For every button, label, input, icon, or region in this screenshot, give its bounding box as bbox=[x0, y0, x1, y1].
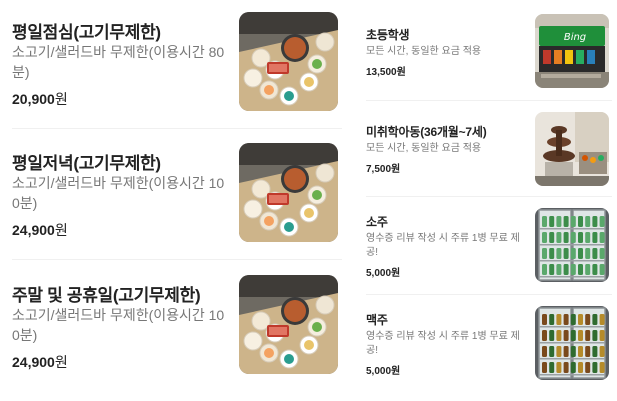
menu-item[interactable]: 평일저녁(고기무제한) 소고기/샐러드바 무제한(이용시간 100분) 24,9… bbox=[12, 131, 342, 261]
menu-item-photo[interactable] bbox=[239, 12, 338, 111]
menu-item-photo[interactable] bbox=[535, 208, 609, 282]
menu-item-price: 24,900원 bbox=[12, 352, 68, 372]
menu-item-description: 소고기/샐러드바 무제한(이용시간 100분) bbox=[12, 175, 225, 211]
menu-item-photo[interactable]: Bing bbox=[535, 14, 609, 88]
menu-item-description: 모든 시간, 동일한 요금 적용 bbox=[366, 143, 482, 154]
menu-item-name: 초등학생 bbox=[366, 28, 410, 42]
price-unit: 원 bbox=[54, 91, 68, 107]
menu-item-name: 평일점심(고기무제한) bbox=[12, 23, 161, 42]
menu-item-description: 모든 시간, 동일한 요금 적용 bbox=[366, 46, 482, 57]
price-value: 24,900 bbox=[12, 354, 55, 370]
menu-item-photo[interactable] bbox=[535, 112, 609, 186]
menu-item-description: 영수증 리뷰 작성 시 주류 1병 무료 제공! bbox=[366, 331, 520, 356]
menu-item-name: 맥주 bbox=[366, 313, 388, 327]
svg-text:Bing: Bing bbox=[564, 32, 586, 43]
menu-item-photo[interactable] bbox=[239, 275, 338, 374]
menu-item[interactable]: 맥주 영수증 리뷰 작성 시 주류 1병 무료 제공! 5,000원 bbox=[366, 294, 612, 392]
menu-item[interactable]: 소주 영수증 리뷰 작성 시 주류 1병 무료 제공! 5,000원 bbox=[366, 196, 612, 294]
menu-item-name: 주말 및 공휴일(고기무제한) bbox=[12, 286, 201, 305]
price-value: 20,900 bbox=[12, 91, 55, 107]
menu-item-price: 24,900원 bbox=[12, 220, 68, 240]
menu-item-description: 소고기/샐러드바 무제한(이용시간 100분) bbox=[12, 307, 225, 343]
price-unit: 원 bbox=[54, 354, 68, 370]
menu-item-description: 영수증 리뷰 작성 시 주류 1병 무료 제공! bbox=[366, 233, 520, 258]
menu-item-photo[interactable] bbox=[239, 143, 338, 242]
menu-item-name: 평일저녁(고기무제한) bbox=[12, 154, 161, 173]
menu-item-photo[interactable] bbox=[535, 306, 609, 380]
menu-item[interactable]: 미취학아동(36개월~7세) 모든 시간, 동일한 요금 적용 7,500원 bbox=[366, 100, 612, 198]
menu-item-name: 소주 bbox=[366, 215, 388, 229]
menu-item-description: 소고기/샐러드바 무제한(이용시간 80분) bbox=[12, 44, 225, 80]
menu-item-price: 7,500원 bbox=[366, 164, 401, 175]
menu-item-price: 13,500원 bbox=[366, 67, 406, 78]
menu-item-name: 미취학아동(36개월~7세) bbox=[366, 125, 487, 139]
divider bbox=[12, 128, 342, 129]
menu-item-price: 5,000원 bbox=[366, 366, 401, 377]
divider bbox=[12, 259, 342, 260]
price-value: 24,900 bbox=[12, 222, 55, 238]
menu-item-price: 5,000원 bbox=[366, 268, 401, 279]
menu-item[interactable]: 평일점심(고기무제한) 소고기/샐러드바 무제한(이용시간 80분) 20,90… bbox=[12, 0, 342, 130]
price-unit: 원 bbox=[54, 222, 68, 238]
menu-item[interactable]: 주말 및 공휴일(고기무제한) 소고기/샐러드바 무제한(이용시간 100분) … bbox=[12, 263, 342, 393]
menu-item[interactable]: 초등학생 모든 시간, 동일한 요금 적용 13,500원 Bing bbox=[366, 0, 612, 98]
menu-item-price: 20,900원 bbox=[12, 89, 68, 109]
